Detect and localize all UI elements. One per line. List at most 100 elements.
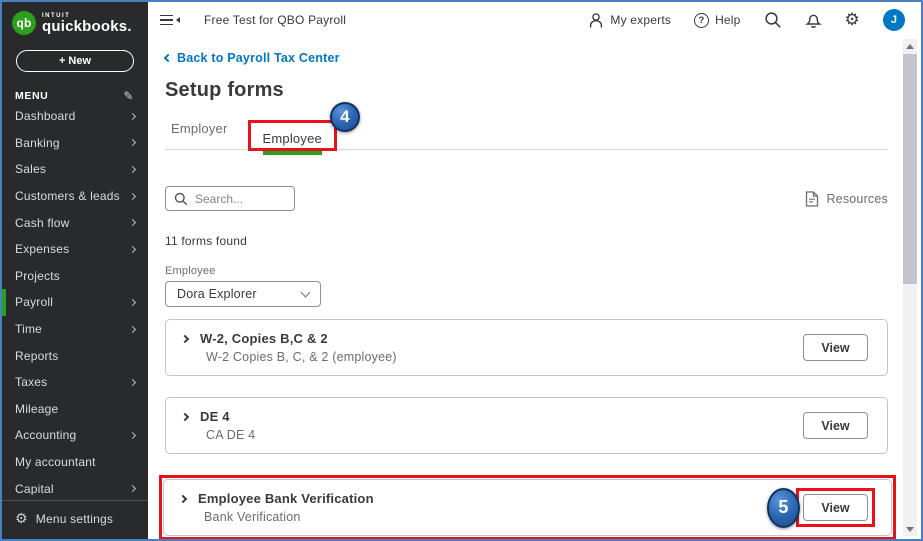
expand-chevron-icon[interactable]	[179, 494, 187, 502]
sidebar-item-label: Reports	[15, 349, 58, 363]
sidebar-item[interactable]: Reports	[2, 342, 148, 369]
person-icon	[588, 12, 604, 29]
sidebar-item[interactable]: Banking	[2, 130, 148, 157]
view-button[interactable]: View	[803, 494, 868, 521]
sidebar-item[interactable]: Capital	[2, 475, 148, 495]
employee-select-value: Dora Explorer	[177, 287, 257, 301]
sidebar-item[interactable]: Mileage	[2, 396, 148, 423]
search-field[interactable]	[165, 186, 295, 211]
chevron-right-icon	[129, 113, 136, 120]
sidebar-item-label: Taxes	[15, 375, 47, 389]
sidebar-item-label: My accountant	[15, 455, 96, 469]
sidebar-item[interactable]: Payroll	[2, 289, 148, 316]
chevron-left-icon	[164, 54, 172, 62]
sidebar-item-label: Sales	[15, 162, 46, 176]
collapse-sidebar-icon[interactable]	[156, 11, 184, 30]
triangle-down-icon	[906, 527, 914, 532]
form-card-wrap: DE 4 CA DE 4 View	[165, 397, 888, 454]
form-subtitle: W-2 Copies B, C, & 2 (employee)	[206, 350, 397, 364]
new-button[interactable]: + New	[16, 50, 134, 72]
search-icon[interactable]	[764, 11, 782, 29]
tab-employee[interactable]: Employee	[263, 131, 322, 155]
sidebar-item[interactable]: Cash flow	[2, 209, 148, 236]
vertical-scrollbar[interactable]	[903, 39, 917, 536]
sidebar-item[interactable]: Accounting	[2, 422, 148, 449]
scrollbar-thumb[interactable]	[903, 54, 917, 284]
settings-gear-icon[interactable]: ⚙	[845, 12, 860, 29]
resources-label: Resources	[826, 192, 888, 206]
my-experts-label: My experts	[610, 13, 671, 27]
sidebar-item-label: Dashboard	[15, 109, 76, 123]
page-title: Setup forms	[165, 79, 888, 102]
gear-icon: ⚙	[15, 512, 28, 526]
search-input[interactable]	[195, 192, 285, 206]
form-subtitle: Bank Verification	[204, 510, 374, 524]
scroll-down-button[interactable]	[903, 522, 917, 536]
sidebar-item-label: Banking	[15, 136, 60, 150]
sidebar: qb INTUIT quickbooks. + New MENU ✎ Dashb…	[2, 2, 148, 539]
form-subtitle: CA DE 4	[206, 428, 255, 442]
edit-menu-pencil-icon[interactable]: ✎	[123, 89, 134, 103]
my-experts-button[interactable]: My experts	[588, 12, 671, 29]
employee-select[interactable]: Dora Explorer	[165, 281, 321, 307]
expand-chevron-icon[interactable]	[181, 334, 189, 342]
qb-logo-icon: qb	[12, 11, 36, 35]
chevron-right-icon	[129, 166, 136, 173]
employee-filter-label: Employee	[165, 265, 888, 277]
sidebar-menu: Dashboard Banking Sales Customers & lead…	[2, 103, 148, 495]
sidebar-item[interactable]: My accountant	[2, 449, 148, 476]
view-button[interactable]: View	[803, 412, 868, 439]
topbar: Free Test for QBO Payroll My experts ? H…	[148, 2, 921, 38]
company-name: Free Test for QBO Payroll	[204, 13, 346, 27]
sidebar-item-label: Cash flow	[15, 216, 70, 230]
view-button[interactable]: View	[803, 334, 868, 361]
sidebar-item[interactable]: Sales	[2, 156, 148, 183]
sidebar-item-label: Payroll	[15, 295, 53, 309]
question-icon: ?	[694, 13, 709, 28]
form-title: W-2, Copies B,C & 2	[200, 331, 328, 346]
document-icon	[805, 191, 819, 207]
back-link-label: Back to Payroll Tax Center	[177, 51, 340, 65]
sidebar-item[interactable]: Taxes	[2, 369, 148, 396]
resources-link[interactable]: Resources	[805, 191, 888, 207]
quickbooks-logo: qb INTUIT quickbooks.	[2, 2, 148, 35]
notifications-bell-icon[interactable]	[805, 11, 822, 29]
sidebar-item-label: Expenses	[15, 242, 69, 256]
back-link[interactable]: Back to Payroll Tax Center	[165, 51, 340, 65]
chevron-down-icon	[301, 287, 311, 297]
sidebar-item-label: Accounting	[15, 428, 76, 442]
search-icon	[174, 192, 188, 206]
sidebar-item[interactable]: Dashboard	[2, 103, 148, 130]
sidebar-item-label: Capital	[15, 482, 54, 495]
annotation-highlight-view: View	[800, 331, 871, 364]
chevron-right-icon	[129, 139, 136, 146]
sidebar-item[interactable]: Projects	[2, 263, 148, 290]
annotation-highlight-view: View	[796, 488, 875, 527]
chevron-right-icon	[129, 485, 136, 492]
sidebar-item-label: Customers & leads	[15, 189, 120, 203]
expand-chevron-icon[interactable]	[181, 412, 189, 420]
tab-employer[interactable]: Employer	[165, 121, 234, 149]
chevron-right-icon	[129, 326, 136, 333]
form-card: Employee Bank Verification Bank Verifica…	[163, 479, 892, 536]
annotation-highlight-view: View	[800, 409, 871, 442]
scroll-up-button[interactable]	[903, 39, 917, 53]
quickbooks-label: quickbooks.	[42, 19, 132, 34]
chevron-right-icon	[129, 432, 136, 439]
tabs: Employer Employee 4	[165, 110, 888, 150]
help-label: Help	[715, 13, 740, 27]
sidebar-item-label: Projects	[15, 269, 60, 283]
main-content: Back to Payroll Tax Center Setup forms E…	[148, 38, 901, 539]
sidebar-item[interactable]: Customers & leads	[2, 183, 148, 210]
results-count: 11 forms found	[165, 234, 888, 248]
annotation-highlight-tab: Employee	[248, 120, 337, 151]
app-window: qb INTUIT quickbooks. + New MENU ✎ Dashb…	[0, 0, 923, 541]
annotation-step-4: 4	[330, 102, 360, 132]
sidebar-item[interactable]: Expenses	[2, 236, 148, 263]
sidebar-item[interactable]: Time	[2, 316, 148, 343]
form-card: W-2, Copies B,C & 2 W-2 Copies B, C, & 2…	[165, 319, 888, 376]
help-button[interactable]: ? Help	[694, 13, 740, 28]
avatar[interactable]: J	[883, 9, 905, 31]
menu-settings-item[interactable]: ⚙ Menu settings	[2, 500, 148, 539]
annotation-step-5: 5	[767, 488, 800, 528]
